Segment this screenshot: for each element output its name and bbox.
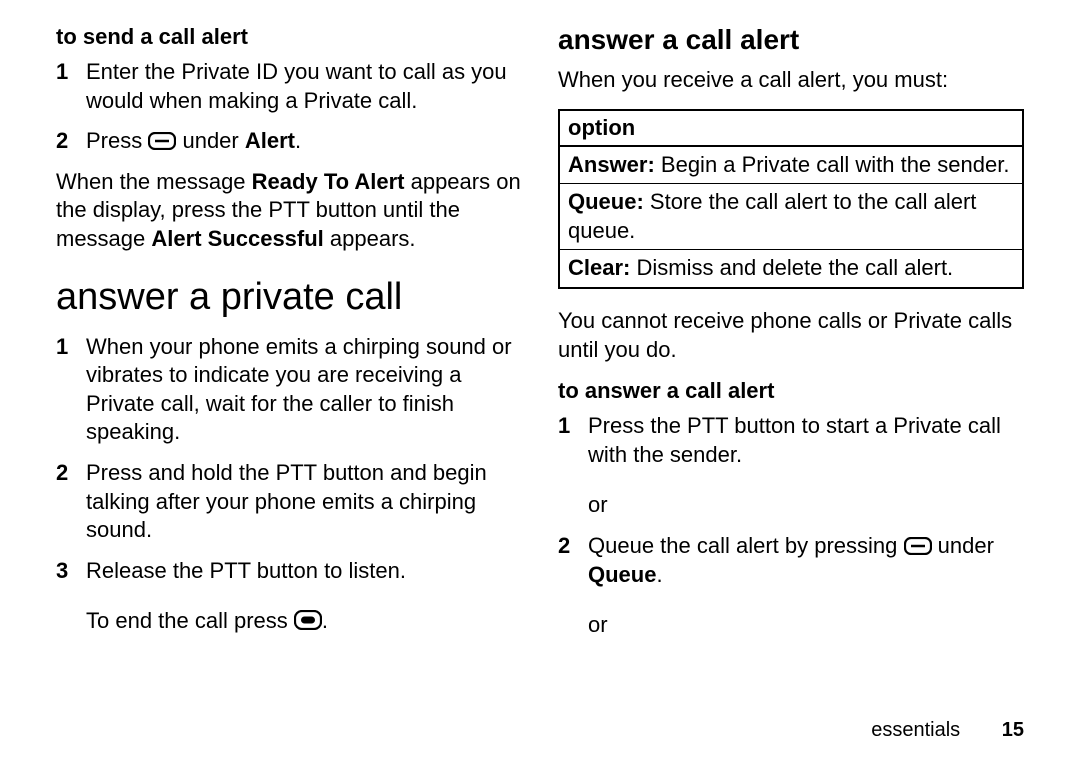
step-number: 3 <box>56 557 86 586</box>
step-number: 1 <box>56 58 86 87</box>
text-fragment: under <box>932 533 994 558</box>
table-row: Queue: Store the call alert to the call … <box>559 184 1023 250</box>
answer-alert-steps-2: 2 Queue the call alert by pressing under… <box>558 532 1024 589</box>
list-item: 3 Release the PTT button to listen. <box>56 557 522 586</box>
option-label: Clear: <box>568 255 630 280</box>
or-line: or <box>588 611 1024 640</box>
subhead-send-call-alert: to send a call alert <box>56 24 522 50</box>
list-item: 1 When your phone emits a chirping sound… <box>56 333 522 447</box>
text-fragment: . <box>295 128 301 153</box>
step-number: 2 <box>558 532 588 561</box>
text-fragment: When the message <box>56 169 252 194</box>
section-label: essentials <box>871 719 960 741</box>
step-text: Enter the Private ID you want to call as… <box>86 58 522 115</box>
send-alert-steps: 1 Enter the Private ID you want to call … <box>56 58 522 156</box>
table-header-row: option <box>559 110 1023 146</box>
bold-label: Queue <box>588 562 656 587</box>
softkey-icon <box>148 132 176 150</box>
text-fragment: Queue the call alert by pressing <box>588 533 904 558</box>
list-item: 2 Queue the call alert by pressing under… <box>558 532 1024 589</box>
option-label: Queue: <box>568 189 644 214</box>
text-fragment: appears. <box>324 226 416 251</box>
option-label: Answer: <box>568 152 655 177</box>
columns: to send a call alert 1 Enter the Private… <box>56 24 1024 652</box>
table-row: Clear: Dismiss and delete the call alert… <box>559 250 1023 288</box>
heading-answer-private-call: answer a private call <box>56 276 522 319</box>
after-table-paragraph: You cannot receive phone calls or Privat… <box>558 307 1024 364</box>
list-item: 1 Press the PTT button to start a Privat… <box>558 412 1024 469</box>
list-item: 2 Press under Alert. <box>56 127 522 156</box>
document-page: to send a call alert 1 Enter the Private… <box>0 0 1080 766</box>
paragraph: When the message Ready To Alert appears … <box>56 168 522 254</box>
option-text: Dismiss and delete the call alert. <box>630 255 953 280</box>
right-column: answer a call alert When you receive a c… <box>558 24 1024 652</box>
heading-answer-call-alert: answer a call alert <box>558 24 1024 56</box>
option-table: option Answer: Begin a Private call with… <box>558 109 1024 289</box>
end-key-icon <box>294 610 322 630</box>
page-footer: essentials 15 <box>871 719 1024 742</box>
step-number: 2 <box>56 127 86 156</box>
list-item: 2 Press and hold the PTT button and begi… <box>56 459 522 545</box>
step-number: 2 <box>56 459 86 488</box>
option-cell: Clear: Dismiss and delete the call alert… <box>559 250 1023 288</box>
left-column: to send a call alert 1 Enter the Private… <box>56 24 522 652</box>
list-item: 1 Enter the Private ID you want to call … <box>56 58 522 115</box>
bold-label: Alert Successful <box>151 226 323 251</box>
bold-label: Ready To Alert <box>252 169 405 194</box>
or-line: or <box>588 491 1024 520</box>
end-call-line: To end the call press . <box>86 607 522 636</box>
option-header: option <box>559 110 1023 146</box>
text-fragment: . <box>656 562 662 587</box>
page-number: 15 <box>1002 719 1024 741</box>
option-cell: Queue: Store the call alert to the call … <box>559 184 1023 250</box>
step-number: 1 <box>558 412 588 441</box>
text-fragment: Press <box>86 128 148 153</box>
subhead-answer-call-alert: to answer a call alert <box>558 378 1024 404</box>
text-fragment: . <box>322 608 328 633</box>
answer-private-steps: 1 When your phone emits a chirping sound… <box>56 333 522 586</box>
text-fragment: under <box>176 128 245 153</box>
bold-label: Alert <box>245 128 295 153</box>
step-text: Press and hold the PTT button and begin … <box>86 459 522 545</box>
option-cell: Answer: Begin a Private call with the se… <box>559 146 1023 184</box>
intro-paragraph: When you receive a call alert, you must: <box>558 66 1024 95</box>
step-text: Press under Alert. <box>86 127 522 156</box>
option-text: Begin a Private call with the sender. <box>655 152 1010 177</box>
table-row: Answer: Begin a Private call with the se… <box>559 146 1023 184</box>
answer-alert-steps: 1 Press the PTT button to start a Privat… <box>558 412 1024 469</box>
text-fragment: To end the call press <box>86 608 294 633</box>
softkey-icon <box>904 537 932 555</box>
step-text: Release the PTT button to listen. <box>86 557 522 586</box>
step-text: Press the PTT button to start a Private … <box>588 412 1024 469</box>
step-text: When your phone emits a chirping sound o… <box>86 333 522 447</box>
step-text: Queue the call alert by pressing under Q… <box>588 532 1024 589</box>
step-number: 1 <box>56 333 86 362</box>
